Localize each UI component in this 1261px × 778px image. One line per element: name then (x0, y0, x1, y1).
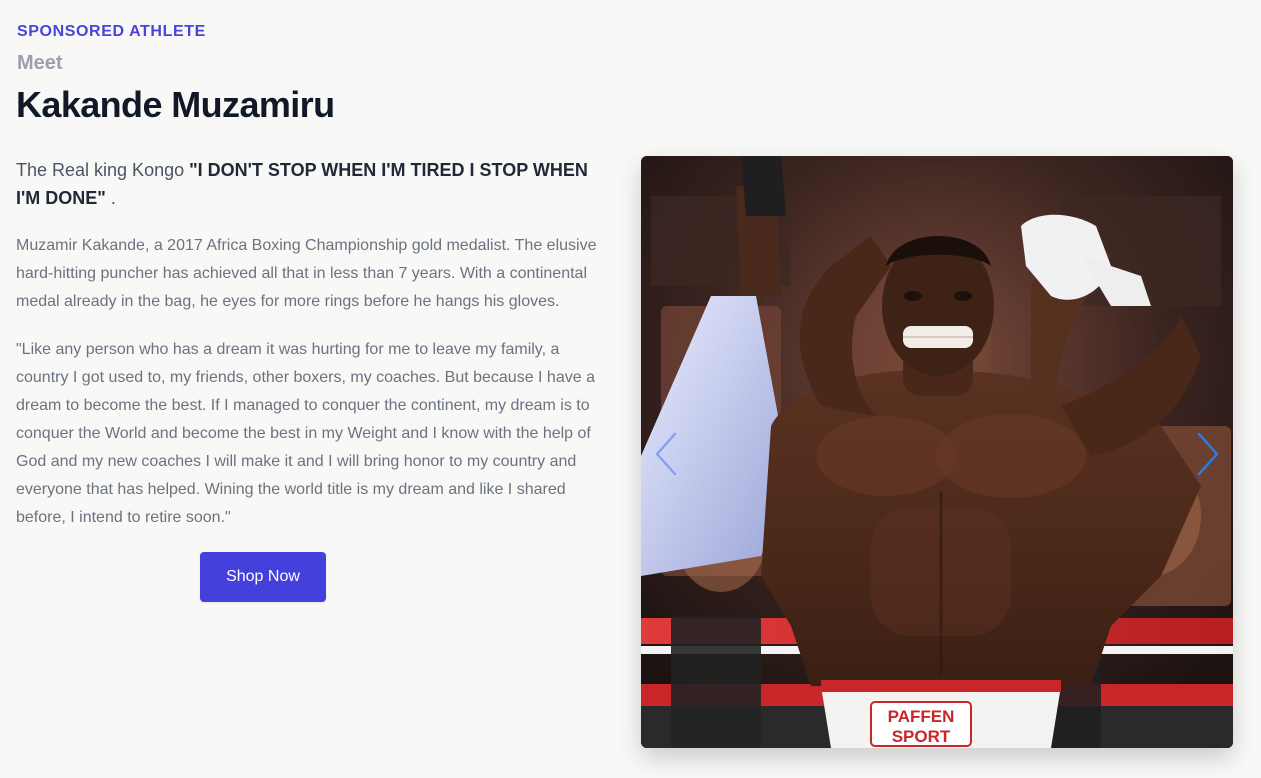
quote-paragraph: "Like any person who has a dream it was … (16, 341, 595, 526)
chevron-right-icon (1197, 432, 1219, 476)
intro-line: The Real king Kongo "I DON'T STOP WHEN I… (16, 156, 610, 212)
bio-paragraph: Muzamir Kakande, a 2017 Africa Boxing Ch… (16, 237, 597, 310)
intro-prefix: The Real king Kongo (16, 160, 190, 180)
meet-label: Meet (17, 52, 63, 74)
athlete-name: Kakande Muzamiru (16, 84, 335, 125)
carousel-next-button[interactable] (1187, 432, 1227, 476)
section-eyebrow: SPONSORED ATHLETE (17, 23, 206, 40)
athlete-photo: PAFFEN SPORT (641, 156, 1233, 748)
trunks-brand-line1: PAFFEN (888, 707, 955, 726)
shop-now-button[interactable]: Shop Now (200, 552, 326, 602)
athlete-bio: The Real king Kongo "I DON'T STOP WHEN I… (16, 156, 610, 532)
trunks-brand-line2: SPORT (892, 727, 951, 746)
cta-container: Shop Now (200, 552, 326, 602)
chevron-left-icon (655, 432, 677, 476)
carousel-prev-button[interactable] (647, 432, 687, 476)
intro-suffix: . (105, 188, 116, 208)
athlete-image-carousel: PAFFEN SPORT (641, 156, 1233, 748)
